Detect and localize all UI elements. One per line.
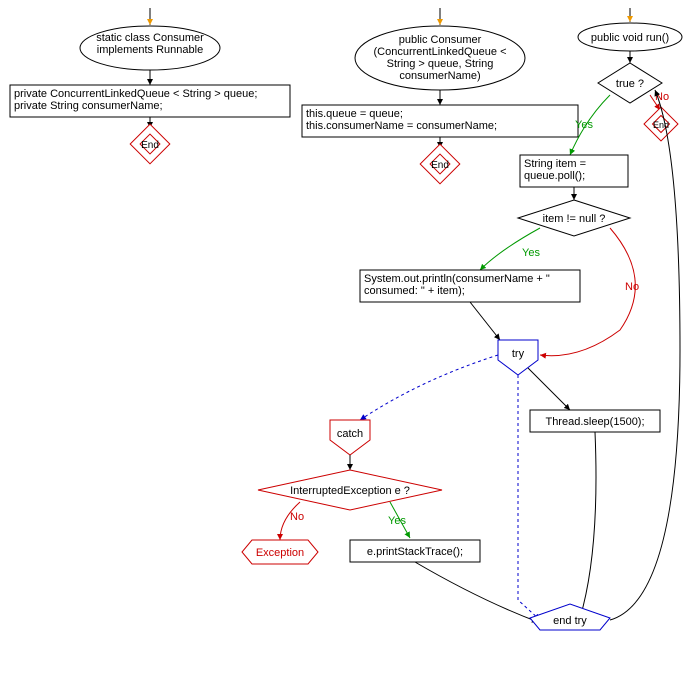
- svg-text:try: try: [512, 348, 525, 360]
- stmt-println: System.out.println(consumerName + " cons…: [364, 273, 576, 297]
- fc3-end: End: [644, 107, 678, 141]
- svg-text:Exception: Exception: [256, 547, 304, 559]
- if-no-label: No: [625, 281, 639, 293]
- fc2-start: public Consumer (ConcurrentLinkedQueue <…: [360, 34, 520, 82]
- fc1-start: static class Consumer implements Runnabl…: [85, 32, 215, 56]
- svg-text:InterruptedException e ?: InterruptedException e ?: [290, 485, 410, 497]
- svg-text:item != null ?: item != null ?: [543, 213, 606, 225]
- catch-yes-label: Yes: [388, 515, 406, 527]
- fc2-end: End: [420, 144, 460, 184]
- fc1-body: private ConcurrentLinkedQueue < String >…: [14, 88, 286, 112]
- svg-text:End: End: [653, 120, 669, 130]
- svg-text:true ?: true ?: [616, 78, 644, 90]
- svg-text:catch: catch: [337, 428, 363, 440]
- fc3-start: public void run(): [591, 32, 669, 44]
- catch-no-label: No: [290, 511, 304, 523]
- stmt-sleep: Thread.sleep(1500);: [545, 416, 644, 428]
- loop-no-label: No: [655, 91, 669, 103]
- fc2-body: this.queue = queue; this.consumerName = …: [306, 108, 574, 132]
- svg-text:end try: end try: [553, 615, 587, 627]
- if-yes-label: Yes: [522, 247, 540, 259]
- fc1-end: End: [130, 124, 170, 164]
- loop-yes-label: Yes: [575, 119, 593, 131]
- stmt-stacktrace: e.printStackTrace();: [367, 546, 463, 558]
- stmt-poll: String item = queue.poll();: [524, 158, 624, 182]
- svg-text:End: End: [431, 160, 449, 171]
- svg-text:End: End: [141, 140, 159, 151]
